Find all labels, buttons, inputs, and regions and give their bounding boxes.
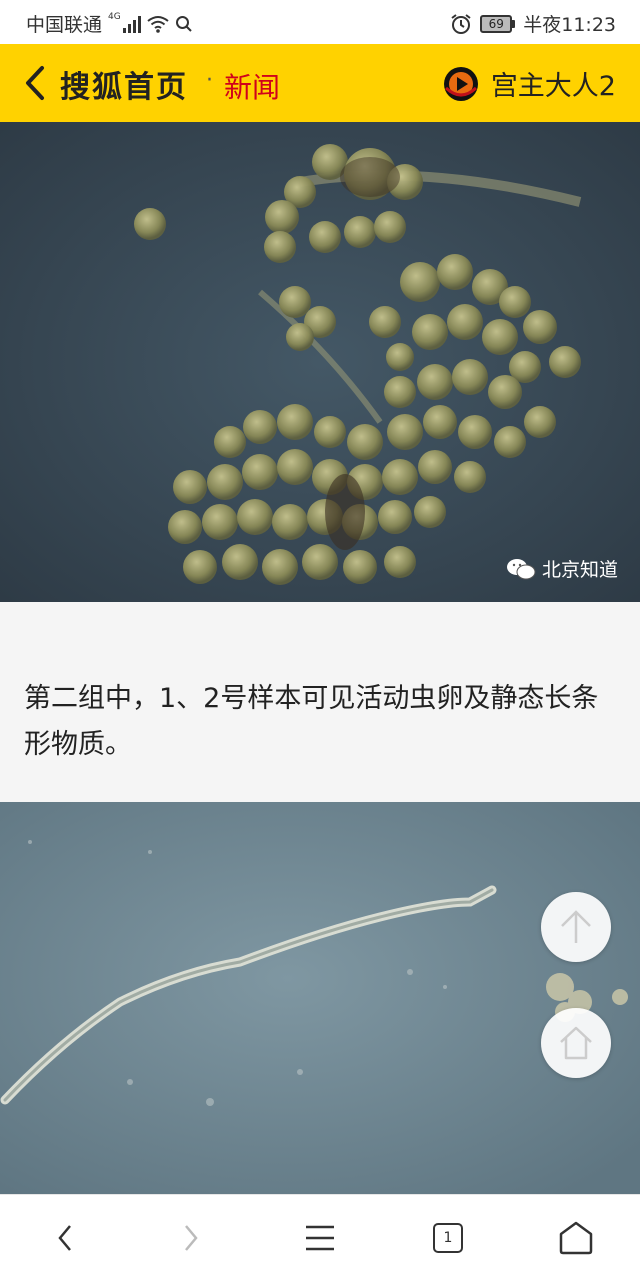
microscope-image-cell-cluster (0, 122, 640, 602)
caption-text: 第二组中，1、2号样本可见活动虫卵及静态长条形物质。 (24, 683, 599, 760)
network-type-label: 4G (108, 11, 121, 22)
menu-icon (306, 1225, 334, 1251)
arrow-up-icon (561, 910, 591, 943)
clock-label: 半夜11:23 (523, 14, 616, 36)
home-icon (560, 1026, 592, 1060)
status-bar: 中国联通 4G 69 半夜11:23 (0, 0, 640, 44)
home-button[interactable] (541, 1008, 611, 1078)
browser-forward-button[interactable] (166, 1213, 216, 1263)
browser-home-button[interactable] (551, 1213, 601, 1263)
back-arrow-icon[interactable] (20, 64, 50, 102)
sohu-home-logo[interactable]: 搜狐首页 (60, 62, 188, 106)
wechat-icon (506, 558, 536, 579)
wifi-icon (147, 15, 169, 33)
chevron-right-icon (185, 1225, 198, 1251)
browser-bottom-nav: 1 (0, 1194, 640, 1280)
browser-back-button[interactable] (40, 1213, 90, 1263)
channel-label[interactable]: 新闻 (224, 66, 280, 106)
alarm-icon (451, 13, 471, 34)
search-icon (175, 15, 192, 32)
article-image-1: 北京知道 (0, 122, 640, 602)
app-header: 搜狐首页 · 新闻 宫主大人2 (0, 44, 640, 122)
home-hexagon-icon (559, 1221, 593, 1255)
watermark-text: 北京知道 (541, 559, 618, 581)
battery-level: 69 (480, 14, 513, 33)
battery-icon: 69 (480, 14, 516, 33)
article-image-2 (0, 802, 640, 1194)
carrier-label: 中国联通 (26, 14, 103, 36)
user-profile[interactable]: 宫主大人2 (443, 64, 616, 103)
separator-dot: · (206, 68, 213, 93)
user-avatar-icon (443, 66, 478, 101)
microscope-image-worm (0, 802, 640, 1194)
tab-count-badge: 1 (433, 1223, 463, 1253)
browser-menu-button[interactable] (295, 1213, 345, 1263)
article-paragraph: 第二组中，1、2号样本可见活动虫卵及静态长条形物质。 (0, 602, 640, 802)
signal-icon (122, 15, 141, 33)
chevron-left-icon (58, 1225, 71, 1251)
username-label: 宫主大人2 (490, 71, 616, 102)
scroll-to-top-button[interactable] (541, 892, 611, 962)
image-watermark: 北京知道 (506, 555, 618, 582)
browser-tabs-button[interactable]: 1 (423, 1213, 473, 1263)
